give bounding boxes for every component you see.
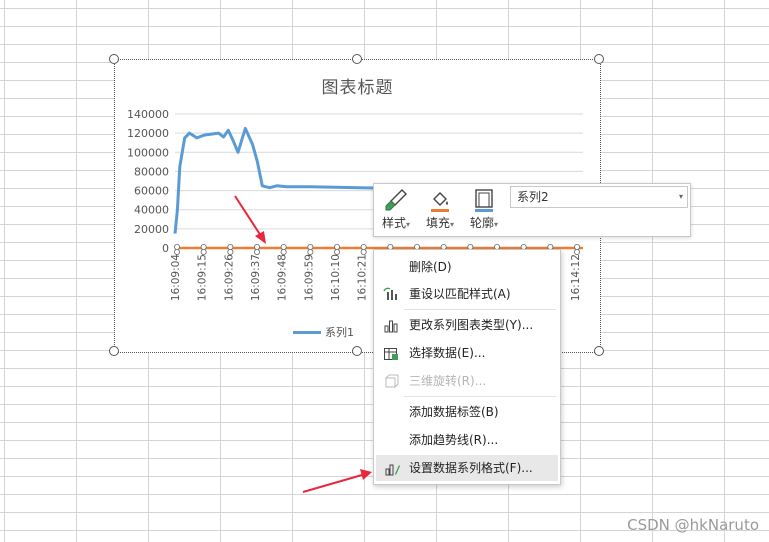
annotation-arrows — [234, 195, 372, 493]
red-arrow-to-format-item — [302, 469, 372, 493]
red-arrow-to-series — [234, 195, 266, 244]
watermark: CSDN @hkNaruto — [627, 516, 759, 534]
